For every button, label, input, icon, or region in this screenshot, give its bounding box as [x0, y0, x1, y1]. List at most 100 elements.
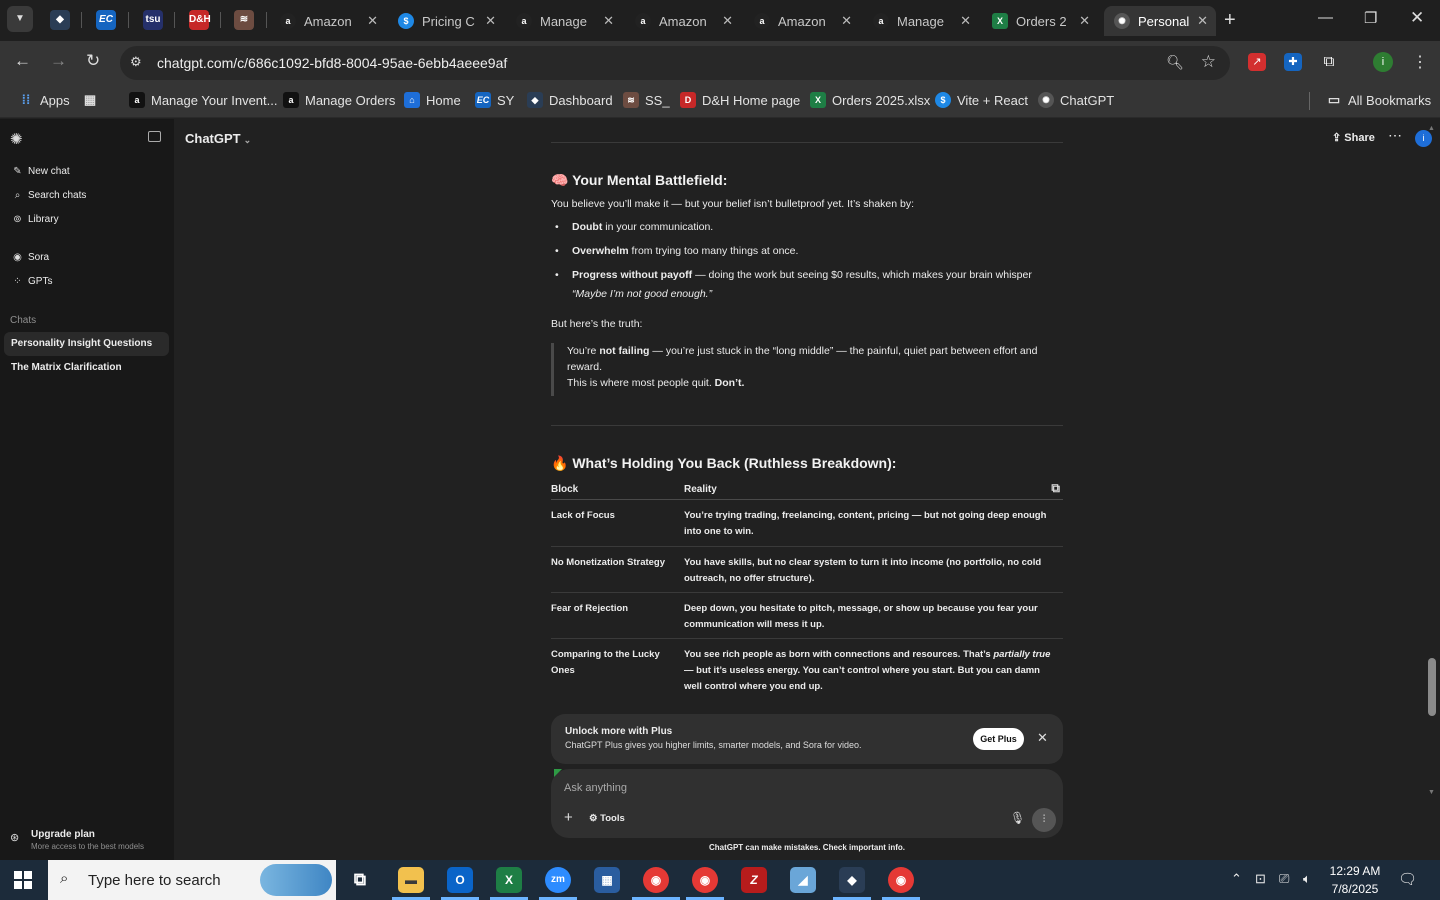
calculator-icon[interactable]: ▦: [594, 867, 620, 893]
minimize-icon[interactable]: —: [1318, 9, 1333, 26]
chrome-alt-icon[interactable]: ◉: [888, 867, 914, 893]
url-text[interactable]: chatgpt.com/c/686c1092-bfd8-8004-95ae-6e…: [157, 55, 507, 71]
pinned-tab-tsu-icon[interactable]: tsu: [143, 10, 163, 30]
volume-icon[interactable]: 🔈︎: [1303, 871, 1311, 887]
user-avatar[interactable]: i: [1415, 130, 1432, 147]
bookmark-item[interactable]: X Orders 2025.xlsx: [810, 92, 930, 108]
outlook-icon[interactable]: O: [447, 867, 473, 893]
network-icon[interactable]: ⎚: [1279, 871, 1289, 887]
share-button[interactable]: ⇪ Share: [1332, 131, 1375, 144]
back-icon[interactable]: ←: [14, 51, 31, 71]
scroll-up-icon[interactable]: ▲: [1428, 125, 1435, 132]
app-diamond-icon[interactable]: ◆: [839, 867, 865, 893]
sidebar-search-chats[interactable]: ⌕ Search chats: [12, 190, 87, 201]
chrome-icon[interactable]: ◉: [643, 867, 669, 893]
tab-search-dropdown-icon[interactable]: ▼: [7, 6, 33, 32]
close-icon[interactable]: ✕: [603, 13, 614, 29]
excel-icon[interactable]: X: [496, 867, 522, 893]
sidebar-library[interactable]: ⊚ Library: [12, 214, 58, 225]
forward-icon[interactable]: →: [50, 51, 67, 71]
filezilla-icon[interactable]: Z: [741, 867, 767, 893]
sidebar-new-chat[interactable]: ✎ New chat: [12, 166, 69, 177]
site-info-icon[interactable]: ⚙: [130, 54, 142, 70]
window-close-icon[interactable]: ✕: [1410, 8, 1424, 28]
system-clock[interactable]: 12:29 AM 7/8/2025: [1322, 862, 1388, 898]
microphone-icon[interactable]: 🎙︎: [1010, 811, 1025, 825]
bookmark-item[interactable]: a Manage Your Invent...: [129, 92, 277, 108]
close-icon[interactable]: ✕: [841, 13, 852, 29]
pinned-tab-icon[interactable]: ◆: [50, 10, 70, 30]
scrollbar-thumb[interactable]: [1428, 658, 1436, 716]
browser-tab[interactable]: X Orders 2 ✕: [982, 6, 1098, 36]
tools-button[interactable]: ⚙ Tools: [589, 813, 625, 824]
all-bookmarks[interactable]: ▭ All Bookmarks: [1326, 92, 1431, 108]
column-header: Block: [551, 484, 579, 495]
browser-tab[interactable]: a Amazon ✕: [744, 6, 860, 36]
gpts-icon: ⁘: [13, 276, 22, 287]
address-bar[interactable]: ⚙ chatgpt.com/c/686c1092-bfd8-8004-95ae-…: [120, 46, 1230, 80]
prompt-input[interactable]: [564, 779, 1004, 797]
bookmark-item[interactable]: ≋ SS_: [623, 92, 670, 108]
browser-tab-active[interactable]: ✺ Personali ✕: [1104, 6, 1216, 36]
bookmark-item[interactable]: ◆ Dashboard: [527, 92, 613, 108]
tray-security-icon[interactable]: ⊡: [1255, 871, 1266, 887]
tray-chevron-up-icon[interactable]: ⌃: [1231, 871, 1242, 887]
bookmark-item[interactable]: ✺ ChatGPT: [1038, 92, 1114, 108]
profile-avatar[interactable]: i: [1373, 52, 1393, 72]
sora-icon: ◉: [13, 252, 22, 263]
taskbar-search[interactable]: ⌕ Type here to search: [48, 860, 336, 900]
app-icon[interactable]: ◢: [790, 867, 816, 893]
bookmark-item[interactable]: EC SY: [475, 92, 514, 108]
file-explorer-icon[interactable]: ▬: [398, 867, 424, 893]
chat-item[interactable]: The Matrix Clarification: [4, 356, 169, 380]
close-icon[interactable]: ✕: [367, 13, 378, 29]
browser-tab[interactable]: a Manage ✕: [863, 6, 979, 36]
bookmark-item[interactable]: $ Vite + React: [935, 92, 1028, 108]
openai-logo-icon[interactable]: ✺: [10, 130, 23, 148]
chat-item[interactable]: Personality Insight Questions: [4, 332, 169, 356]
sidebar-toggle-icon[interactable]: [148, 131, 161, 142]
reload-icon[interactable]: ↻: [86, 51, 100, 71]
scroll-down-icon[interactable]: ▼: [1428, 789, 1435, 796]
restore-icon[interactable]: ❐: [1364, 9, 1377, 27]
bookmark-tab-groups[interactable]: ▦: [82, 92, 98, 108]
bookmark-item[interactable]: D D&H Home page: [680, 92, 800, 108]
browser-tab[interactable]: $ Pricing C ✕: [388, 6, 504, 36]
sidebar-sora[interactable]: ◉ Sora: [12, 252, 49, 263]
task-view-icon[interactable]: ⧉: [347, 867, 373, 893]
bookmark-item[interactable]: ⌂ Home: [404, 92, 461, 108]
close-icon[interactable]: ✕: [960, 13, 971, 29]
copy-table-icon[interactable]: ⧉: [1051, 481, 1060, 496]
browser-tab[interactable]: a Manage ✕: [506, 6, 622, 36]
zoom-icon[interactable]: zm: [545, 867, 571, 893]
bookmark-star-icon[interactable]: ☆: [1201, 52, 1216, 72]
get-plus-button[interactable]: Get Plus: [973, 728, 1024, 750]
close-icon[interactable]: ✕: [1197, 13, 1208, 29]
pinned-tab-dh-icon[interactable]: D&H: [189, 10, 211, 30]
voice-mode-icon[interactable]: ⫶: [1032, 808, 1056, 832]
zoom-icon[interactable]: 🔍︎: [1166, 54, 1184, 71]
notifications-icon[interactable]: 🗨︎: [1398, 870, 1417, 888]
close-icon[interactable]: ✕: [485, 13, 496, 29]
more-options-icon[interactable]: ⋯: [1388, 127, 1402, 144]
windows-start-icon[interactable]: [14, 871, 32, 889]
extension-red-icon[interactable]: ↗: [1248, 53, 1266, 71]
extension-blue-icon[interactable]: ✚: [1284, 53, 1302, 71]
pinned-tab-ec-icon[interactable]: EC: [96, 10, 116, 30]
section-heading: 🔥 What’s Holding You Back (Ruthless Brea…: [551, 455, 896, 472]
browser-tab[interactable]: a Amazon ✕: [270, 6, 386, 36]
bookmark-apps[interactable]: ⁞⁞ Apps: [18, 92, 70, 108]
model-selector[interactable]: ChatGPT ⌄: [185, 131, 251, 146]
close-icon[interactable]: ✕: [1037, 730, 1048, 746]
pinned-tab-ss-icon[interactable]: ≋: [234, 10, 254, 30]
new-tab-icon[interactable]: +: [1224, 9, 1236, 32]
browser-menu-icon[interactable]: ⋮: [1412, 52, 1428, 72]
sidebar-gpts[interactable]: ⁘ GPTs: [12, 276, 52, 287]
bookmark-item[interactable]: a Manage Orders: [283, 92, 395, 108]
extensions-puzzle-icon[interactable]: ⧉: [1320, 53, 1338, 71]
browser-tab[interactable]: a Amazon ✕: [625, 6, 741, 36]
close-icon[interactable]: ✕: [722, 13, 733, 29]
attach-plus-icon[interactable]: +: [564, 809, 573, 826]
close-icon[interactable]: ✕: [1079, 13, 1090, 29]
chrome-profile-icon[interactable]: ◉: [692, 867, 718, 893]
